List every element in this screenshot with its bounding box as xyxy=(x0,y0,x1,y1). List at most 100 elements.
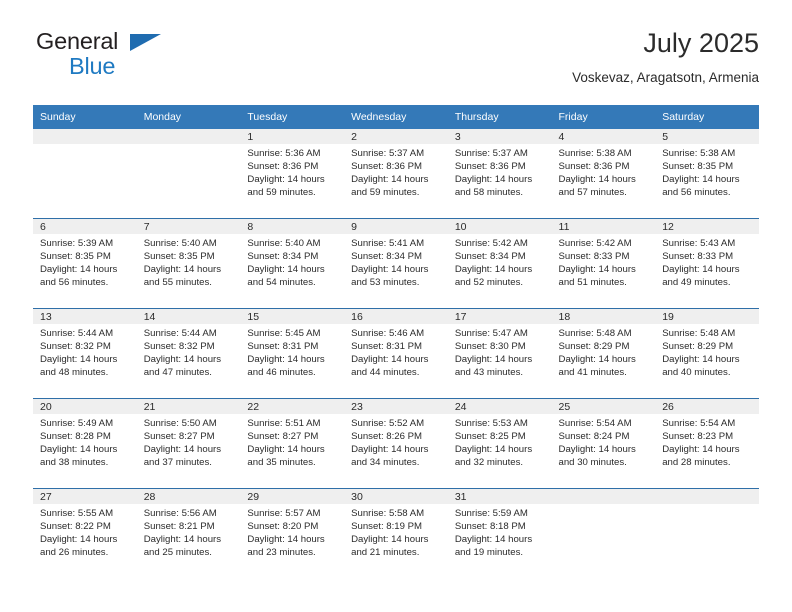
sunrise-time: Sunrise: 5:42 AM xyxy=(454,238,528,249)
day-number: 27 xyxy=(33,489,137,504)
day-detail: Sunrise: 5:41 AM Sunset: 8:34 PM Daylight:… xyxy=(344,234,448,289)
daylight-duration-line1: Daylight: 14 hours xyxy=(662,354,740,366)
calendar-day-cell[interactable]: 5 Sunrise: 5:38 AM Sunset: 8:35 PM Daylight… xyxy=(655,129,759,219)
daylight-duration-line1: Daylight: 14 hours xyxy=(40,354,118,366)
calendar-day-cell[interactable]: 9 Sunrise: 5:41 AM Sunset: 8:34 PM Daylight… xyxy=(344,218,448,309)
sunset-time: Sunset: 8:33 PM xyxy=(558,251,630,263)
calendar-day-cell[interactable]: 25 Sunrise: 5:54 AM Sunset: 8:24 PM Dayligh… xyxy=(551,398,656,489)
day-number: 24 xyxy=(447,399,552,414)
calendar-day-cell[interactable]: 12 Sunrise: 5:43 AM Sunset: 8:33 PM Dayligh… xyxy=(655,218,759,309)
calendar-day-cell[interactable]: 10 Sunrise: 5:42 AM Sunset: 8:34 PM Dayligh… xyxy=(447,218,552,309)
calendar-day-cell[interactable]: 11 Sunrise: 5:42 AM Sunset: 8:33 PM Dayligh… xyxy=(551,218,656,309)
day-detail: Sunrise: 5:43 AM Sunset: 8:33 PM Daylight:… xyxy=(655,234,759,289)
sunrise-time: Sunrise: 5:51 AM xyxy=(247,418,321,429)
daylight-duration-line1: Daylight: 14 hours xyxy=(351,534,429,546)
calendar-day-cell[interactable]: 31 Sunrise: 5:59 AM Sunset: 8:18 PM Dayligh… xyxy=(447,488,552,578)
general-blue-logo[interactable]: General Blue xyxy=(33,28,263,86)
calendar-day-cell[interactable]: 29 Sunrise: 5:57 AM Sunset: 8:20 PM Dayligh… xyxy=(240,488,345,578)
day-number xyxy=(136,129,241,144)
daylight-duration-line1: Daylight: 14 hours xyxy=(454,534,533,546)
sunrise-time: Sunrise: 5:38 AM xyxy=(662,148,736,159)
day-number xyxy=(33,129,137,144)
daylight-duration-line2: and 59 minutes. xyxy=(351,187,420,199)
daylight-duration-line2: and 21 minutes. xyxy=(351,547,420,559)
day-number: 8 xyxy=(240,219,345,234)
calendar-body: 1 Sunrise: 5:36 AM Sunset: 8:36 PM Daylight… xyxy=(33,129,759,578)
day-detail: Sunrise: 5:56 AM Sunset: 8:21 PM Daylight:… xyxy=(137,504,241,559)
daylight-duration-line2: and 40 minutes. xyxy=(662,367,731,379)
calendar-day-cell[interactable]: 2 Sunrise: 5:37 AM Sunset: 8:36 PM Daylight… xyxy=(344,129,448,219)
day-number: 12 xyxy=(655,219,759,234)
day-detail xyxy=(552,504,656,507)
calendar-day-cell[interactable]: 13 Sunrise: 5:44 AM Sunset: 8:32 PM Dayligh… xyxy=(33,308,137,399)
calendar-day-cell[interactable]: 17 Sunrise: 5:47 AM Sunset: 8:30 PM Dayligh… xyxy=(447,308,552,399)
calendar-day-cell[interactable]: 8 Sunrise: 5:40 AM Sunset: 8:34 PM Daylight… xyxy=(240,218,345,309)
calendar-day-cell[interactable]: 30 Sunrise: 5:58 AM Sunset: 8:19 PM Dayligh… xyxy=(344,488,448,578)
weekday-header-wednesday: Wednesday xyxy=(344,105,448,129)
daylight-duration-line2: and 59 minutes. xyxy=(247,187,316,199)
day-detail: Sunrise: 5:59 AM Sunset: 8:18 PM Daylight:… xyxy=(448,504,552,559)
daylight-duration-line2: and 23 minutes. xyxy=(247,547,316,559)
daylight-duration-line1: Daylight: 14 hours xyxy=(351,174,429,186)
sunrise-time: Sunrise: 5:46 AM xyxy=(351,328,425,339)
day-detail: Sunrise: 5:47 AM Sunset: 8:30 PM Daylight:… xyxy=(448,324,552,379)
calendar-day-cell[interactable]: 27 Sunrise: 5:55 AM Sunset: 8:22 PM Dayligh… xyxy=(33,488,137,578)
day-number: 9 xyxy=(344,219,448,234)
calendar-day-cell[interactable]: 16 Sunrise: 5:46 AM Sunset: 8:31 PM Dayligh… xyxy=(344,308,448,399)
day-detail: Sunrise: 5:38 AM Sunset: 8:36 PM Daylight:… xyxy=(552,144,656,199)
day-detail: Sunrise: 5:46 AM Sunset: 8:31 PM Daylight:… xyxy=(344,324,448,379)
calendar-day-cell[interactable]: 24 Sunrise: 5:53 AM Sunset: 8:25 PM Dayligh… xyxy=(447,398,552,489)
calendar-day-cell[interactable]: 28 Sunrise: 5:56 AM Sunset: 8:21 PM Dayligh… xyxy=(136,488,241,578)
day-detail: Sunrise: 5:44 AM Sunset: 8:32 PM Daylight:… xyxy=(137,324,241,379)
day-number xyxy=(655,489,759,504)
day-detail: Sunrise: 5:37 AM Sunset: 8:36 PM Daylight:… xyxy=(344,144,448,199)
calendar-day-cell[interactable]: 26 Sunrise: 5:54 AM Sunset: 8:23 PM Dayligh… xyxy=(655,398,759,489)
calendar-day-cell[interactable]: 21 Sunrise: 5:50 AM Sunset: 8:27 PM Dayligh… xyxy=(136,398,241,489)
sunrise-time: Sunrise: 5:39 AM xyxy=(40,238,114,249)
daylight-duration-line2: and 43 minutes. xyxy=(454,367,524,379)
day-detail: Sunrise: 5:54 AM Sunset: 8:23 PM Daylight:… xyxy=(655,414,759,469)
calendar-day-cell[interactable]: 19 Sunrise: 5:48 AM Sunset: 8:29 PM Dayligh… xyxy=(655,308,759,399)
sunrise-time: Sunrise: 5:36 AM xyxy=(247,148,321,159)
daylight-duration-line2: and 48 minutes. xyxy=(40,367,109,379)
day-number: 14 xyxy=(136,309,241,324)
daylight-duration-line1: Daylight: 14 hours xyxy=(40,444,118,456)
sunset-time: Sunset: 8:35 PM xyxy=(662,161,734,173)
daylight-duration-line2: and 19 minutes. xyxy=(454,547,524,559)
daylight-duration-line1: Daylight: 14 hours xyxy=(143,264,222,276)
calendar-day-cell[interactable]: 4 Sunrise: 5:38 AM Sunset: 8:36 PM Daylight… xyxy=(551,129,656,219)
page-title: July 2025 xyxy=(643,28,759,58)
calendar-day-cell[interactable]: 3 Sunrise: 5:37 AM Sunset: 8:36 PM Daylight… xyxy=(447,129,552,219)
calendar-day-cell[interactable]: 6 Sunrise: 5:39 AM Sunset: 8:35 PM Daylight… xyxy=(33,218,137,309)
day-number xyxy=(551,489,656,504)
day-number: 15 xyxy=(240,309,345,324)
calendar-day-cell[interactable]: 20 Sunrise: 5:49 AM Sunset: 8:28 PM Dayligh… xyxy=(33,398,137,489)
sunrise-time: Sunrise: 5:56 AM xyxy=(143,508,217,519)
day-number: 17 xyxy=(447,309,552,324)
calendar-day-cell[interactable]: 22 Sunrise: 5:51 AM Sunset: 8:27 PM Dayligh… xyxy=(240,398,345,489)
daylight-duration-line2: and 49 minutes. xyxy=(662,277,731,289)
daylight-duration-line1: Daylight: 14 hours xyxy=(247,444,325,456)
daylight-duration-line2: and 47 minutes. xyxy=(143,367,212,379)
daylight-duration-line2: and 46 minutes. xyxy=(247,367,316,379)
daylight-duration-line2: and 32 minutes. xyxy=(454,457,524,469)
calendar-day-cell[interactable]: 23 Sunrise: 5:52 AM Sunset: 8:26 PM Dayligh… xyxy=(344,398,448,489)
calendar-day-cell[interactable]: 15 Sunrise: 5:45 AM Sunset: 8:31 PM Dayligh… xyxy=(240,308,345,399)
sunrise-time: Sunrise: 5:49 AM xyxy=(40,418,114,429)
sunrise-time: Sunrise: 5:40 AM xyxy=(247,238,321,249)
day-detail: Sunrise: 5:36 AM Sunset: 8:36 PM Daylight:… xyxy=(240,144,344,199)
sunrise-time: Sunrise: 5:58 AM xyxy=(351,508,425,519)
weekday-header-tuesday: Tuesday xyxy=(240,105,345,129)
calendar-week-row: 6 Sunrise: 5:39 AM Sunset: 8:35 PM Daylight… xyxy=(33,218,759,309)
day-detail: Sunrise: 5:50 AM Sunset: 8:27 PM Daylight:… xyxy=(137,414,241,469)
sunset-time: Sunset: 8:29 PM xyxy=(662,341,734,353)
daylight-duration-line1: Daylight: 14 hours xyxy=(351,264,429,276)
calendar-day-cell[interactable]: 7 Sunrise: 5:40 AM Sunset: 8:35 PM Daylight… xyxy=(136,218,241,309)
day-number: 30 xyxy=(344,489,448,504)
calendar-day-cell[interactable]: 18 Sunrise: 5:48 AM Sunset: 8:29 PM Dayligh… xyxy=(551,308,656,399)
calendar-week-row: 27 Sunrise: 5:55 AM Sunset: 8:22 PM Dayligh… xyxy=(33,488,759,578)
sunrise-time: Sunrise: 5:37 AM xyxy=(351,148,425,159)
calendar-day-cell[interactable]: 1 Sunrise: 5:36 AM Sunset: 8:36 PM Daylight… xyxy=(240,129,345,219)
calendar-day-cell[interactable]: 14 Sunrise: 5:44 AM Sunset: 8:32 PM Dayligh… xyxy=(136,308,241,399)
daylight-duration-line1: Daylight: 14 hours xyxy=(247,354,325,366)
